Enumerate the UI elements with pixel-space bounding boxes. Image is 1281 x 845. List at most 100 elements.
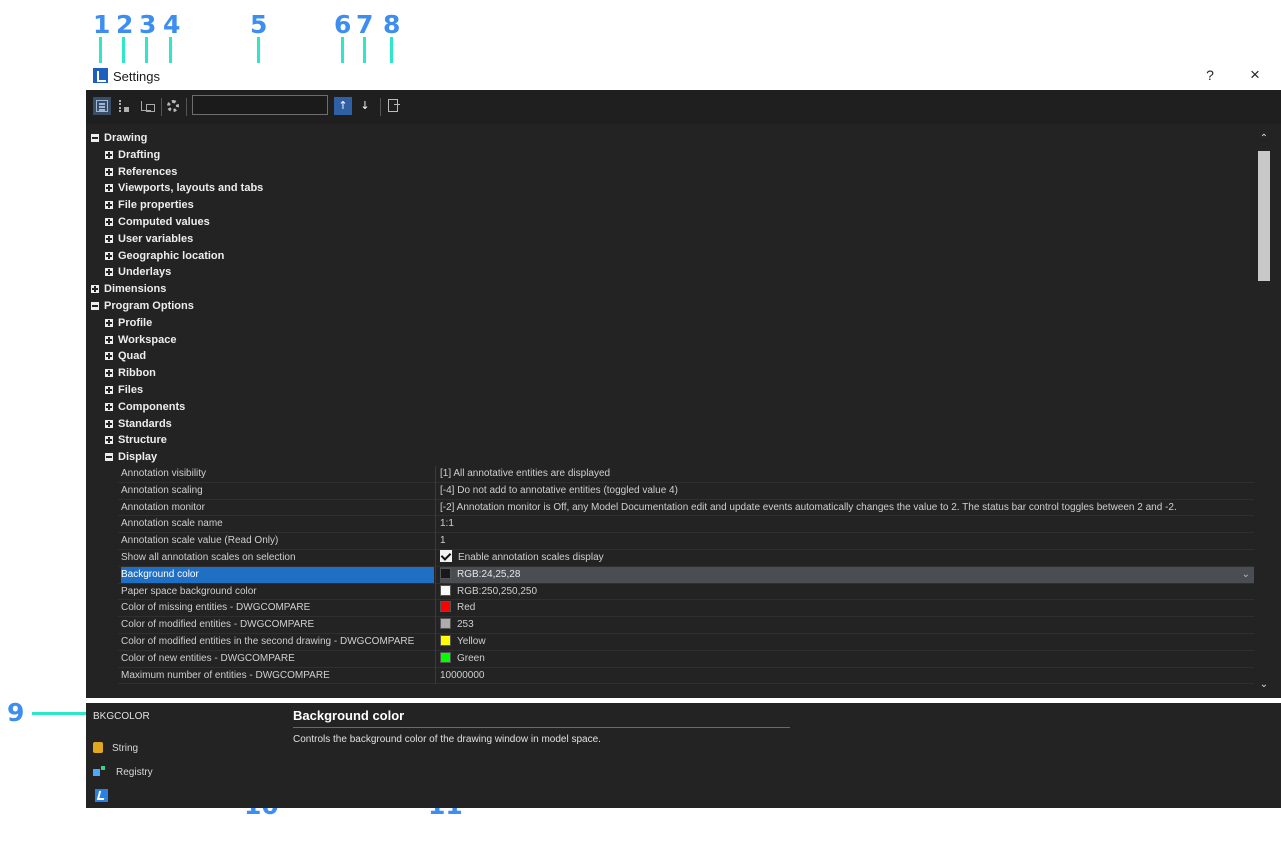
collapse-icon[interactable]: [91, 301, 99, 310]
property-row[interactable]: Annotation scaling [-4] Do not add to an…: [118, 482, 1254, 500]
arrow-down-icon: ↓: [360, 99, 370, 112]
collapse-all-button[interactable]: [115, 97, 133, 115]
property-row[interactable]: Color of modified entities in the second…: [118, 633, 1254, 651]
scroll-up-icon[interactable]: ⌃: [1256, 131, 1272, 147]
color-swatch: [440, 651, 451, 663]
tree-icon: [96, 100, 108, 112]
setting-description: Controls the background color of the dra…: [293, 734, 601, 745]
toolbar-separator: [161, 98, 162, 116]
callout-3: 3: [139, 10, 157, 39]
property-row[interactable]: Color of modified entities - DWGCOMPARE …: [118, 617, 1254, 634]
expand-icon[interactable]: [105, 201, 113, 210]
color-swatch: [440, 601, 451, 613]
title-bar: Settings ? ×: [86, 63, 1281, 90]
property-row-selected[interactable]: Background color RGB:24,25,28 ⌄: [118, 566, 1254, 584]
tree-node-components[interactable]: Components: [90, 399, 1254, 416]
tree-node-drawing[interactable]: Drawing: [90, 130, 1254, 147]
tree-node-files[interactable]: Files: [90, 382, 1254, 399]
options-button[interactable]: [164, 97, 182, 115]
tree-node-profile[interactable]: Profile: [90, 315, 1254, 332]
variable-name: BKGCOLOR: [93, 711, 150, 722]
scroll-down-icon[interactable]: ⌄: [1256, 677, 1272, 693]
expand-icon[interactable]: [105, 352, 113, 361]
expand-icon[interactable]: [91, 285, 99, 294]
tree-node-viewports[interactable]: Viewports, layouts and tabs: [90, 180, 1254, 197]
tree-node-ribbon[interactable]: Ribbon: [90, 365, 1254, 382]
callout-line-9: [32, 712, 88, 715]
color-swatch: [440, 567, 451, 579]
tree-node-computed-values[interactable]: Computed values: [90, 214, 1254, 231]
settings-tree: Drawing Drafting References Viewports, l…: [90, 130, 1254, 685]
gear-icon: [167, 100, 179, 112]
export-button[interactable]: [384, 97, 402, 115]
screenshot-stage: 1 2 3 4 5 6 7 8 9 10 11 Settings ? ×: [0, 0, 1281, 845]
tree-node-references[interactable]: References: [90, 164, 1254, 181]
property-row[interactable]: Maximum number of entities - DWGCOMPARE …: [118, 667, 1254, 685]
expand-icon[interactable]: [105, 436, 113, 445]
property-row[interactable]: Show all annotation scales on selection …: [118, 549, 1254, 567]
callout-8: 8: [383, 10, 401, 39]
color-swatch: [440, 618, 451, 630]
expand-icon[interactable]: [105, 251, 113, 260]
expand-icon[interactable]: [105, 335, 113, 344]
property-row[interactable]: Paper space background color RGB:250,250…: [118, 583, 1254, 601]
toolbar-separator: [186, 98, 187, 116]
collapse-icon[interactable]: [105, 453, 113, 462]
callout-2: 2: [116, 10, 134, 39]
expand-icon[interactable]: [105, 402, 113, 411]
callout-5: 5: [250, 10, 268, 39]
scrollbar-thumb[interactable]: [1258, 151, 1270, 281]
expand-icon[interactable]: [105, 184, 113, 193]
expand-icon[interactable]: [105, 419, 113, 428]
expand-icon[interactable]: [105, 268, 113, 277]
settings-tree-panel: Drawing Drafting References Viewports, l…: [86, 124, 1281, 698]
settings-window: Settings ? × ↑ ↓ Drawing Drafting Refere…: [86, 63, 1281, 808]
tree-node-workspace[interactable]: Workspace: [90, 332, 1254, 349]
tree-node-underlays[interactable]: Underlays: [90, 264, 1254, 281]
bricscad-icon: [95, 789, 108, 802]
variable-type: String: [93, 741, 138, 757]
expand-icon[interactable]: [105, 167, 113, 176]
callout-7: 7: [356, 10, 374, 39]
tree-node-geographic-location[interactable]: Geographic location: [90, 248, 1254, 265]
tree-node-program-options[interactable]: Program Options: [90, 298, 1254, 315]
chevron-down-icon[interactable]: ⌄: [1242, 567, 1250, 583]
search-input[interactable]: [192, 95, 328, 115]
property-row[interactable]: Annotation scale value (Read Only) 1: [118, 533, 1254, 550]
callout-9: 9: [7, 698, 25, 727]
property-row[interactable]: Annotation scale name 1:1: [118, 516, 1254, 534]
help-button[interactable]: ?: [1203, 67, 1217, 83]
settings-toolbar: ↑ ↓: [86, 90, 1281, 124]
tree-node-structure[interactable]: Structure: [90, 432, 1254, 449]
property-row[interactable]: Annotation monitor [-2] Annotation monit…: [118, 499, 1254, 517]
tree-node-user-variables[interactable]: User variables: [90, 231, 1254, 248]
close-button[interactable]: ×: [1246, 65, 1264, 85]
property-row[interactable]: Color of missing entities - DWGCOMPARE R…: [118, 600, 1254, 618]
expand-icon[interactable]: [105, 369, 113, 378]
categorized-view-button[interactable]: [93, 97, 111, 115]
checkbox-checked-icon[interactable]: [440, 549, 452, 562]
tree-node-quad[interactable]: Quad: [90, 348, 1254, 365]
show-differences-button[interactable]: [138, 97, 156, 115]
tree-node-file-properties[interactable]: File properties: [90, 197, 1254, 214]
tree-node-standards[interactable]: Standards: [90, 416, 1254, 433]
color-dropdown[interactable]: RGB:24,25,28 ⌄: [440, 566, 1254, 583]
variable-storage: Registry: [93, 765, 153, 781]
expand-icon[interactable]: [105, 217, 113, 226]
tree-node-display[interactable]: Display: [90, 449, 1254, 466]
expand-icon[interactable]: [105, 385, 113, 394]
expand-icon[interactable]: [105, 234, 113, 243]
vertical-scrollbar[interactable]: ⌃ ⌄: [1256, 131, 1272, 693]
callout-6: 6: [334, 10, 352, 39]
tree-node-dimensions[interactable]: Dimensions: [90, 281, 1254, 298]
divider: [293, 727, 790, 728]
search-previous-button[interactable]: ↑: [334, 97, 352, 115]
tree-node-drafting[interactable]: Drafting: [90, 147, 1254, 164]
expand-icon[interactable]: [105, 318, 113, 327]
property-row[interactable]: Color of new entities - DWGCOMPARE Green: [118, 650, 1254, 668]
expand-icon[interactable]: [105, 150, 113, 159]
collapse-icon[interactable]: [91, 134, 99, 142]
setting-title: Background color: [293, 708, 405, 723]
property-row[interactable]: Annotation visibility [1] All annotative…: [118, 465, 1254, 483]
search-next-button[interactable]: ↓: [356, 97, 374, 115]
